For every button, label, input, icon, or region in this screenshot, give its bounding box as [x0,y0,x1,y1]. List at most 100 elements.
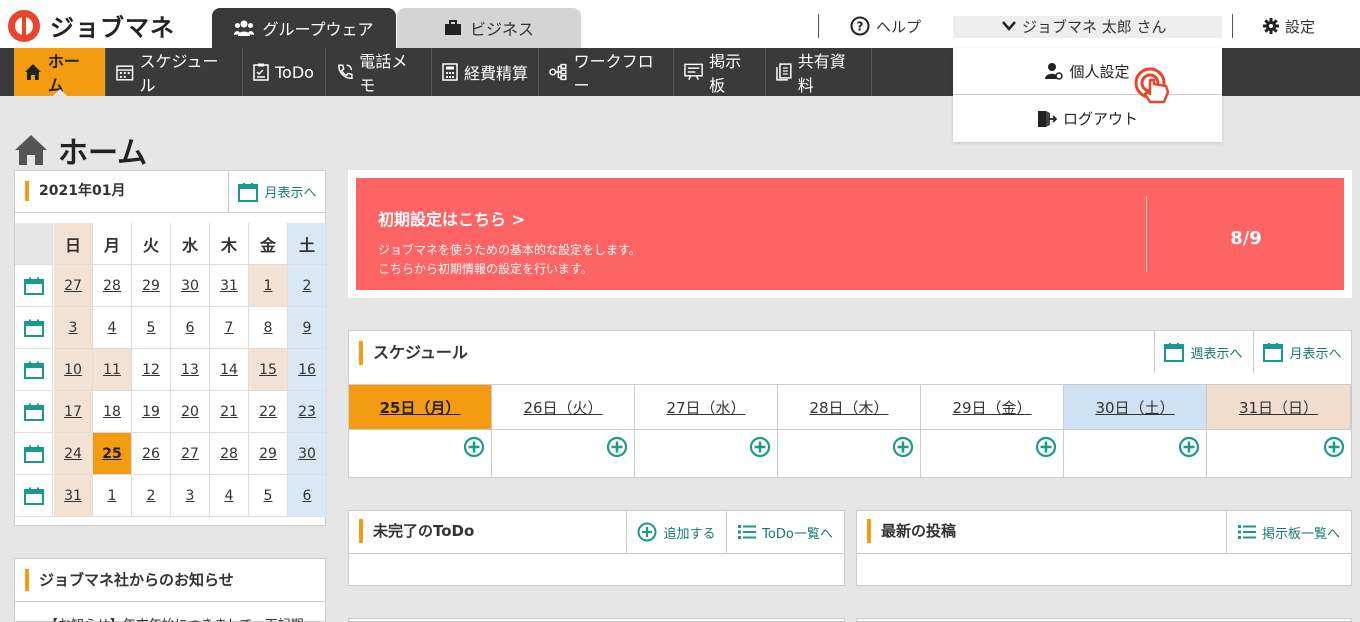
calendar-day[interactable]: 22 [249,391,288,433]
calendar-day[interactable]: 15 [249,349,288,391]
nav-item-label: 電話メモ [359,52,408,95]
tab-groupware[interactable]: グループウェア [212,8,396,48]
calendar-day[interactable]: 31 [54,475,93,517]
calendar-day[interactable]: 26 [132,433,171,475]
calendar-day[interactable]: 28 [210,433,249,475]
calendar-day[interactable]: 23 [288,391,327,433]
calendar-day[interactable]: 3 [171,475,210,517]
news-item[interactable]: 【お知らせ】年末年始につきまして、下記期 [45,614,304,622]
week-view-link[interactable] [15,265,53,307]
calendar-day[interactable]: 11 [93,349,132,391]
schedule-day-header[interactable]: 31日（日） [1207,385,1351,430]
calendar-day[interactable]: 30 [288,433,327,475]
user-menu-toggle[interactable]: ジョブマネ 太郎 さん [1002,14,1167,38]
nav-item-todo[interactable]: ToDo [243,48,326,96]
user-name: ジョブマネ 太郎 さん [1022,17,1167,36]
add-event-icon[interactable] [463,436,485,458]
week-view-link[interactable] [15,475,53,517]
settings-link[interactable]: 設定 [1263,14,1315,38]
calendar-day[interactable]: 1 [93,475,132,517]
nav-item-board[interactable]: 掲示板 [674,48,766,96]
nav-item-shared-docs[interactable]: 共有資料 [766,48,872,96]
add-todo-button[interactable]: 追加する [626,511,726,553]
calendar-day[interactable]: 7 [210,307,249,349]
calendar-day[interactable]: 8 [249,307,288,349]
calendar-day-today[interactable]: 25 [93,433,132,475]
board-list-label: 掲示板一覧へ [1261,526,1340,542]
schedule-day-header[interactable]: 28日（木） [778,385,921,430]
help-link[interactable]: ? ヘルプ [850,14,921,38]
weekday-label: 木 [210,223,249,265]
calendar-day[interactable]: 2 [288,265,327,307]
month-view-button[interactable]: 月表示へ [228,171,326,212]
add-event-icon[interactable] [749,436,771,458]
nav-item-phone-memo[interactable]: 電話メモ [326,48,432,96]
add-event-icon[interactable] [1323,436,1345,458]
weekday-label: 土 [288,223,327,265]
calendar-day[interactable]: 29 [132,265,171,307]
calendar-day[interactable]: 10 [54,349,93,391]
tab-business[interactable]: ビジネス [397,8,581,48]
schedule-day-slot [778,429,921,477]
calendar-day[interactable]: 6 [171,307,210,349]
calendar-day[interactable]: 21 [210,391,249,433]
calendar-day[interactable]: 27 [171,433,210,475]
calendar-day[interactable]: 6 [288,475,327,517]
board-list-button[interactable]: 掲示板一覧へ [1226,511,1351,553]
calendar-day[interactable]: 4 [210,475,249,517]
app-logo[interactable]: ジョブマネ [8,8,175,43]
calendar-day[interactable]: 31 [210,265,249,307]
schedule-day-header[interactable]: 30日（土） [1064,385,1207,430]
nav-item-home[interactable]: ホーム [14,48,106,96]
week-view-link[interactable] [15,391,53,433]
nav-item-expense[interactable]: 経費精算 [432,48,539,96]
calendar-day[interactable]: 19 [132,391,171,433]
month-view-label: 月表示へ [1289,346,1342,362]
calendar-day[interactable]: 2 [132,475,171,517]
schedule-day-slot [1207,429,1351,477]
menu-item-logout[interactable]: ログアウト [953,95,1222,142]
calendar-week-row: 31 1 2 3 4 5 6 [15,475,327,517]
setup-title: 初期設定はこちら > [378,210,525,229]
setup-banner[interactable]: 初期設定はこちら > ジョブマネを使うための基本的な設定をします。 こちらから初… [356,178,1344,290]
nav-item-schedule[interactable]: スケジュール [106,48,243,96]
week-view-link[interactable] [15,433,53,475]
add-event-icon[interactable] [1035,436,1057,458]
calendar-day[interactable]: 27 [54,265,93,307]
menu-item-personal-settings[interactable]: 個人設定 [953,48,1222,95]
week-view-button[interactable]: 週表示へ [1154,331,1252,373]
week-view-link[interactable] [15,349,53,391]
calendar-day[interactable]: 24 [54,433,93,475]
calendar-day[interactable]: 14 [210,349,249,391]
calendar-header: 2021年01月 月表示へ [15,171,326,213]
calendar-day[interactable]: 28 [93,265,132,307]
nav-item-workflow[interactable]: ワークフロー [539,48,674,96]
month-view-button[interactable]: 月表示へ [1253,331,1351,373]
calendar-day[interactable]: 20 [171,391,210,433]
add-event-icon[interactable] [892,436,914,458]
calendar-day[interactable]: 5 [132,307,171,349]
calendar-day[interactable]: 1 [249,265,288,307]
calendar-day[interactable]: 16 [288,349,327,391]
calendar-day[interactable]: 9 [288,307,327,349]
calendar-day[interactable]: 29 [249,433,288,475]
calendar-day[interactable]: 12 [132,349,171,391]
calendar-day[interactable]: 3 [54,307,93,349]
calendar-day[interactable]: 13 [171,349,210,391]
posts-title: 最新の投稿 [867,519,956,543]
calendar-day[interactable]: 5 [249,475,288,517]
calendar-day[interactable]: 18 [93,391,132,433]
schedule-day-header[interactable]: 26日（火） [492,385,635,430]
schedule-day-slot [349,429,492,477]
add-event-icon[interactable] [1178,436,1200,458]
nav-item-label: 経費精算 [464,64,529,83]
calendar-day[interactable]: 4 [93,307,132,349]
calendar-day[interactable]: 30 [171,265,210,307]
week-view-link[interactable] [15,307,53,349]
todo-list-button[interactable]: ToDo一覧へ [726,511,844,553]
schedule-day-header[interactable]: 27日（水） [635,385,778,430]
schedule-day-header[interactable]: 25日（月） [349,385,492,430]
add-event-icon[interactable] [606,436,628,458]
schedule-day-header[interactable]: 29日（金） [921,385,1064,430]
calendar-day[interactable]: 17 [54,391,93,433]
